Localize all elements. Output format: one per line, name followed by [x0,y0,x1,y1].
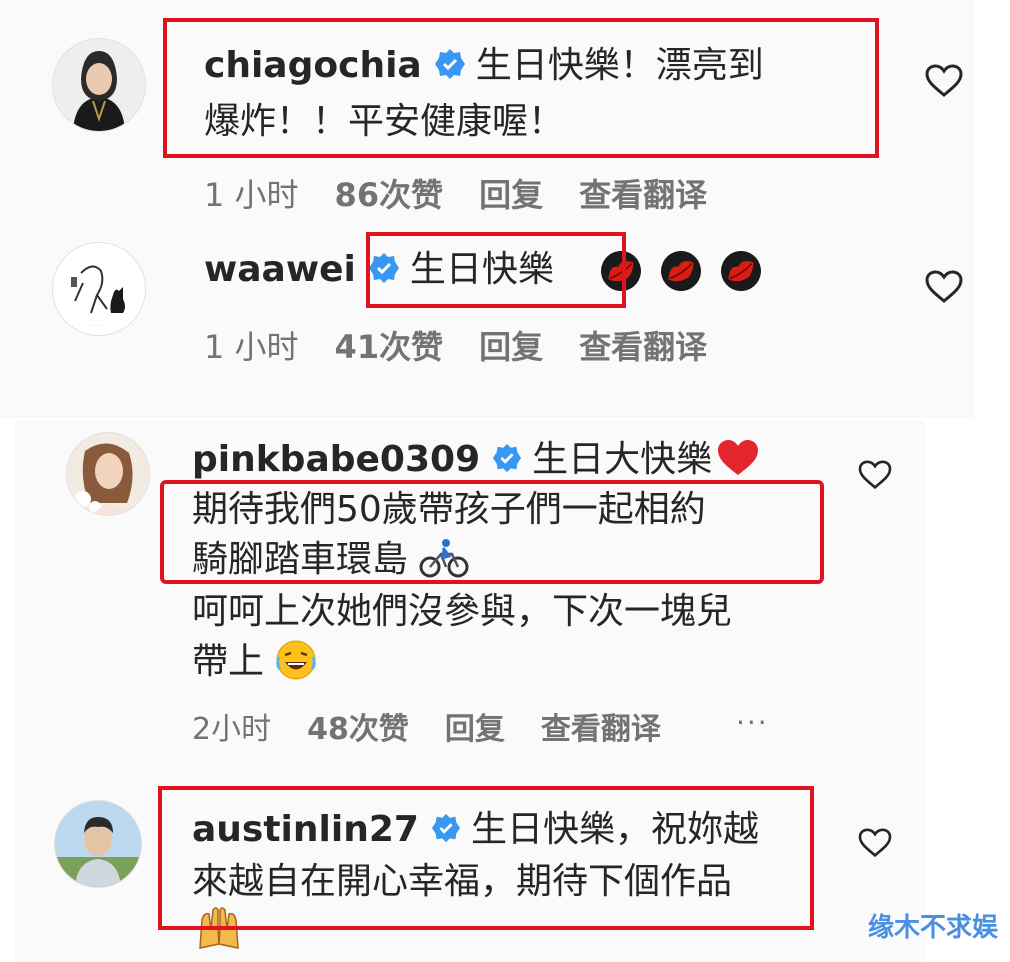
see-translation-button[interactable]: 查看翻译 [579,170,707,216]
svg-text:· · · · ·: · · · · · [92,323,107,329]
heart-icon[interactable] [858,460,892,490]
likes-count[interactable]: 48次赞 [307,704,409,748]
avatar-image-waawei: · · · · · [53,243,145,335]
comment-time: 1 小时 [204,328,299,366]
more-options-button[interactable]: ··· [736,706,769,739]
reply-button[interactable]: 回复 [479,322,543,368]
reply-button[interactable]: 回复 [445,704,505,748]
highlight-box [160,480,824,584]
heart-icon[interactable] [858,828,892,858]
highlight-box [158,786,814,930]
avatar[interactable] [54,800,142,888]
comment-time: 2小时 [192,712,272,747]
watermark: 缘木不求娱 [867,913,998,943]
comment-time: 1 小时 [204,176,299,214]
avatar-image-pinkbabe0309 [67,433,149,515]
red-heart-emoji [718,440,759,475]
comment-body-line: 帶上 [192,636,317,688]
comment-meta: 1 小时 41次赞 回复 查看翻译 [204,322,743,368]
see-translation-button[interactable]: 查看翻译 [579,322,707,368]
comment-body: pinkbabe0309 生日大快樂 [192,434,760,486]
comment-username[interactable]: pinkbabe0309 [192,439,480,480]
verified-icon [493,443,522,473]
avatar[interactable] [66,432,150,516]
heart-icon[interactable] [925,64,963,98]
likes-count[interactable]: 86次赞 [335,170,444,216]
comment-text-line: 生日大快樂 [532,439,713,480]
reply-button[interactable]: 回复 [479,170,543,216]
avatar[interactable] [52,38,146,132]
comment-text-line: 帶上 [192,641,265,682]
comment-meta: 2小时 48次赞 回复 查看翻译 [192,704,697,748]
avatar-image-austinlin27 [55,801,141,887]
highlight-box [163,18,879,158]
see-translation-button[interactable]: 查看翻译 [541,704,661,748]
comment-text-line: 呵呵上次她們沒參與，下次一塊兒 [192,591,733,632]
laughing-emoji [276,640,317,680]
comment-meta: 1 小时 86次赞 回复 查看翻译 [204,170,743,216]
highlight-box [366,232,626,308]
likes-count[interactable]: 41次赞 [335,322,444,368]
avatar-image-chiagochia [53,39,145,131]
heart-icon[interactable] [925,270,963,304]
comment-username[interactable]: waawei [204,249,356,290]
avatar[interactable]: · · · · · [52,242,146,336]
